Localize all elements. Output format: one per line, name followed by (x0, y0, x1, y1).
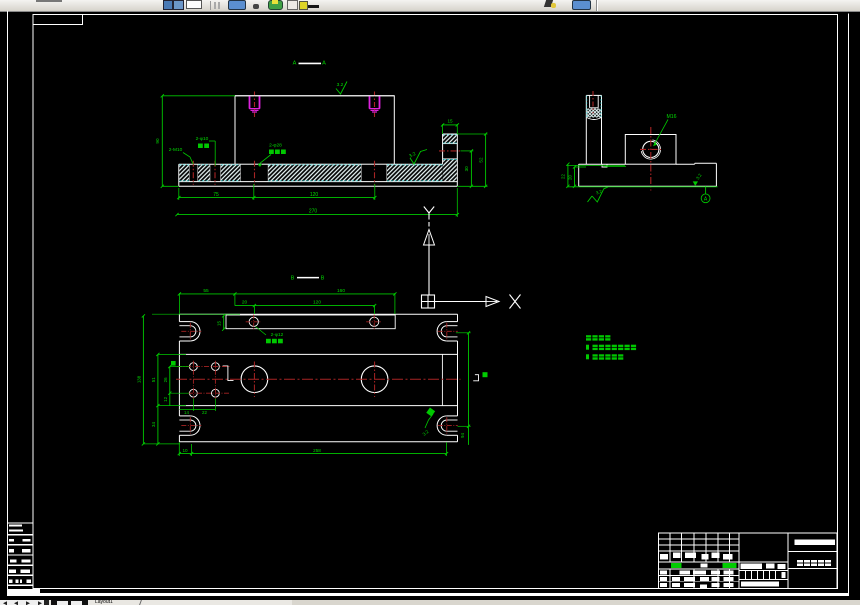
svg-text:94: 94 (460, 433, 465, 438)
svg-text:120: 120 (313, 300, 321, 306)
svg-text:2-φ10: 2-φ10 (196, 136, 209, 142)
svg-text:34: 34 (151, 422, 156, 427)
svg-text:A: A (322, 61, 326, 67)
svg-text:52: 52 (478, 157, 483, 163)
svg-text:B: B (321, 275, 325, 281)
svg-text:270: 270 (309, 209, 318, 215)
svg-text:51: 51 (151, 377, 156, 382)
svg-text:90: 90 (155, 138, 160, 144)
svg-text:A: A (704, 197, 708, 203)
svg-text:26: 26 (163, 377, 168, 382)
svg-text:14: 14 (184, 410, 189, 415)
svg-text:120: 120 (310, 192, 319, 198)
svg-text:A: A (293, 61, 297, 67)
svg-text:12: 12 (163, 396, 168, 401)
svg-text:2-φ12: 2-φ12 (271, 332, 284, 338)
svg-text:160: 160 (337, 288, 345, 294)
svg-text:2-M10: 2-M10 (169, 147, 183, 153)
svg-text:22: 22 (202, 410, 207, 415)
svg-text:B: B (291, 275, 295, 281)
svg-text:55: 55 (203, 288, 209, 294)
svg-text:138: 138 (136, 375, 141, 383)
svg-text:3.2: 3.2 (422, 429, 430, 437)
svg-text:20: 20 (568, 175, 573, 180)
svg-text:75: 75 (213, 192, 219, 198)
svg-text:M16: M16 (666, 114, 676, 120)
svg-text:15: 15 (216, 321, 221, 326)
svg-text:20: 20 (242, 300, 248, 306)
svg-text:30: 30 (464, 166, 469, 172)
svg-text:3.2: 3.2 (337, 82, 344, 88)
svg-text:258: 258 (313, 448, 321, 453)
svg-text:10: 10 (182, 448, 188, 453)
svg-text:22: 22 (561, 174, 566, 179)
svg-text:2-φ28: 2-φ28 (269, 143, 282, 149)
svg-text:15: 15 (447, 118, 453, 123)
svg-text:3.2: 3.2 (408, 151, 417, 160)
svg-text:3.2: 3.2 (695, 172, 703, 180)
